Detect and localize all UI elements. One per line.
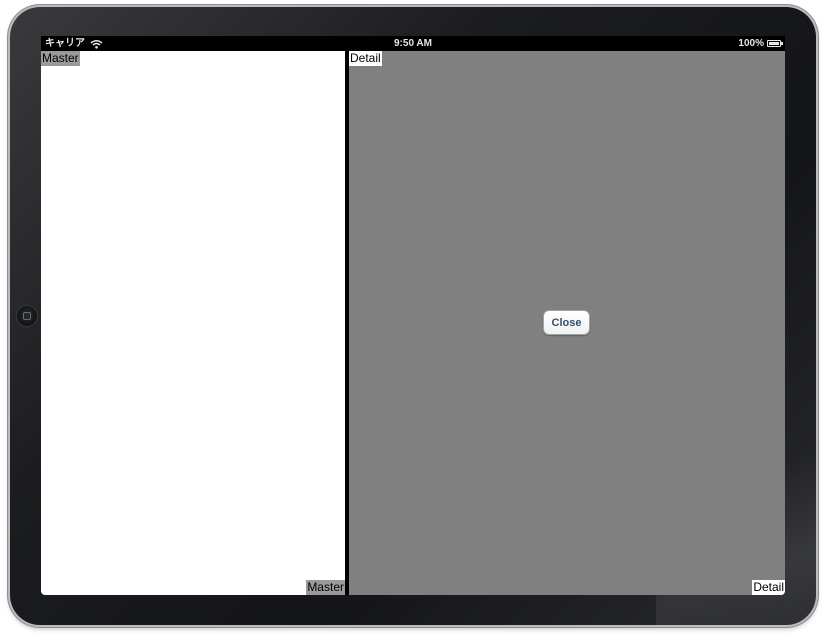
detail-top-label: Detail bbox=[349, 51, 382, 66]
battery-group: 100% bbox=[738, 36, 783, 51]
status-clock: 9:50 AM bbox=[394, 38, 432, 49]
battery-fill bbox=[769, 42, 779, 45]
master-bottom-label: Master bbox=[306, 580, 345, 595]
battery-percent: 100% bbox=[738, 38, 764, 49]
home-button-square-icon bbox=[23, 312, 31, 320]
home-button[interactable] bbox=[17, 306, 37, 326]
master-top-label: Master bbox=[41, 51, 80, 66]
battery-icon bbox=[767, 40, 783, 47]
master-pane: Master Master bbox=[41, 51, 345, 595]
close-button[interactable]: Close bbox=[543, 310, 590, 335]
detail-pane: Detail Close Detail bbox=[349, 51, 785, 595]
detail-bottom-label: Detail bbox=[752, 580, 785, 595]
screen: キャリア 9:50 AM 100% Master Master Detail C… bbox=[41, 36, 785, 595]
status-bar: キャリア 9:50 AM 100% bbox=[41, 36, 785, 51]
